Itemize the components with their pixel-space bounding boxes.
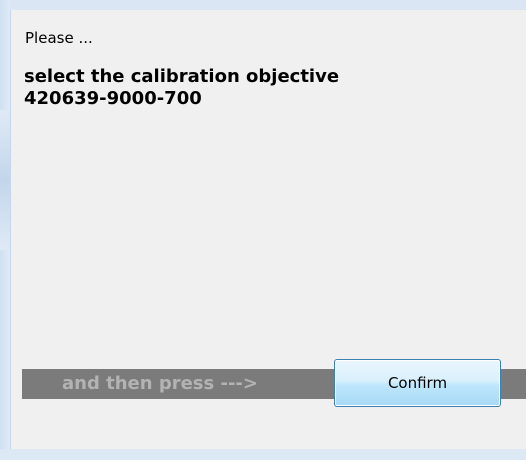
dialog-title-label: Please ... xyxy=(25,29,93,47)
window-frame-bottom xyxy=(0,449,526,460)
dialog-window: Please ... select the calibration object… xyxy=(0,0,526,460)
message-line-2: 420639-9000-700 xyxy=(24,88,202,109)
window-frame-accent xyxy=(0,110,10,250)
action-bar-end xyxy=(510,369,526,399)
instruction-message: select the calibration objective 420639-… xyxy=(24,66,339,110)
message-line-1: select the calibration objective xyxy=(24,66,340,87)
window-frame-top xyxy=(0,0,526,10)
action-bar-instruction: and then press ---> xyxy=(62,373,258,394)
confirm-button[interactable]: Confirm xyxy=(334,359,501,407)
